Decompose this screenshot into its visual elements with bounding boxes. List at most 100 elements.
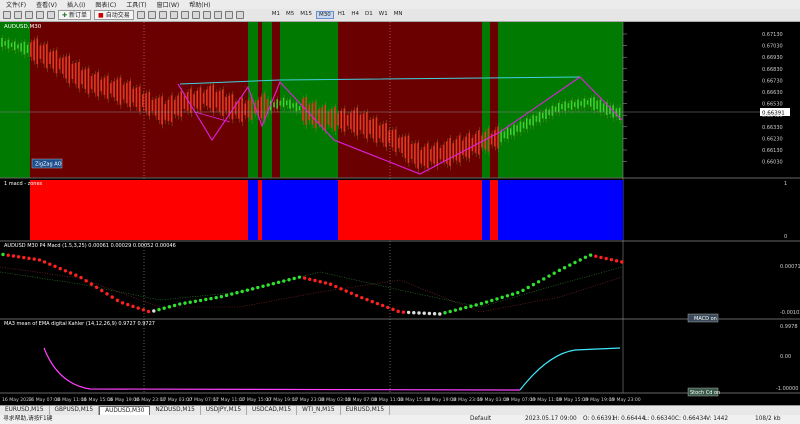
price-tick-label: 0.67030 [762,44,783,50]
menu-item-5[interactable]: 窗口(W) [157,0,180,9]
sub3-tick: -1.00000 [776,386,798,392]
macd-dot [115,298,120,303]
macd-dot [370,299,374,304]
status-profile: Default [470,416,492,422]
macd-dot [100,288,104,293]
macd-dot [573,260,577,265]
sub2-tick: 0.00071 [780,264,800,270]
new-order-button[interactable]: ✚ 新订单 [58,10,92,20]
macd-dot [183,301,187,305]
macd-dot [63,269,68,273]
chart-tab-0[interactable]: EURUSD,M15 [0,406,50,415]
chart-tab-7[interactable]: EURUSD,M15 [341,406,391,415]
timeframe-m1[interactable]: M1 [270,11,282,19]
menu-item-4[interactable]: 工具(T) [126,0,146,9]
timeframe-m30[interactable]: M30 [315,11,334,19]
new-chart-icon[interactable] [3,11,11,19]
chart-tab-4[interactable]: USDJPY,M15 [201,406,248,415]
macd-dot [84,279,88,283]
timeframe-h4[interactable]: H4 [349,11,361,19]
macd-dot [443,311,447,315]
chart-tab-5[interactable]: USDCAD,M15 [247,406,298,415]
timeframe-m15[interactable]: M15 [298,11,314,19]
macd-dot [318,280,322,284]
zoom-out-icon[interactable] [180,11,189,19]
macd-dot [599,255,603,260]
chart-canvas[interactable]: 0.66391 AUDUSD,M30 ZigZag AO 1 macd - zo… [0,22,800,405]
bar-chart-icon[interactable] [136,11,145,19]
macd-dot [552,271,556,275]
macd-dot [334,284,338,289]
trendline-icon[interactable] [224,11,233,19]
line-chart-icon[interactable] [158,11,167,19]
timeframe-h1[interactable]: H1 [336,11,348,19]
macd-dot [458,307,463,311]
macd-dot [250,287,255,291]
zoom-in-icon[interactable] [169,11,178,19]
status-open: O: 0.66391 [583,416,616,422]
macd-dot [1,252,5,257]
macd-dot [380,303,385,308]
autotrade-button[interactable]: ■ 自动交易 [94,10,134,20]
text-icon[interactable] [235,11,244,19]
macd-dot [282,279,286,283]
macd-dot [484,300,489,304]
macd-dot [178,302,182,306]
macd-dot [204,297,208,302]
macd-dot [136,306,140,310]
navigator-icon[interactable] [36,11,44,19]
macd-dot [297,275,302,279]
timeframe-mn[interactable]: MN [392,11,405,19]
macd-dot [16,255,21,259]
macd-dot [521,288,525,293]
macd-dot [328,282,333,286]
chart-window[interactable]: 0.66391 AUDUSD,M30 ZigZag AO 1 macd - zo… [0,22,800,405]
price-tick-label: 0.66830 [762,67,783,73]
macd-dot [79,275,83,280]
chart-tab-3[interactable]: NZDUSD,M15 [150,406,201,415]
candle-chart-icon[interactable] [147,11,156,19]
price-tick-label: 0.66430 [762,113,783,119]
macd-dot [360,295,364,300]
sub3-label: MA3 mean of EMA digital Kahler (14,12,26… [4,321,155,327]
macd-dot [11,254,16,258]
menu-item-0[interactable]: 文件(F) [6,0,26,9]
sub3-tick: 0.00 [780,354,791,360]
status-bar: 寻求帮助,请按F1键 Default 2023.05.17 09:00 O: 0… [0,415,800,424]
macd-dot [292,276,296,281]
macd-dot [214,295,218,300]
macd-dot [219,294,224,299]
menu-item-2[interactable]: 插入(I) [67,0,85,9]
macd-dot [94,285,99,290]
status-volume: V: 1442 [706,416,729,422]
cursor-icon[interactable] [202,11,211,19]
menu-item-6[interactable]: 帮助(H) [189,0,210,9]
zigzag-ao-label: ZigZag AO [35,162,62,168]
sub1-zone [30,180,248,240]
macd-dot [344,289,348,293]
chart-tab-6[interactable]: WTI_N,M15 [297,406,341,415]
macd-dot [531,282,536,287]
macd-dot [578,258,582,262]
menu-item-3[interactable]: 图表(C) [95,0,116,9]
timeframe-w1[interactable]: W1 [377,11,390,19]
market-watch-icon[interactable] [25,11,33,19]
macd-dot [568,263,572,267]
macd-dot [479,301,484,306]
macd-dot [172,303,177,308]
chart-tab-2[interactable]: AUDUSD,M30 [99,406,151,415]
terminal-icon[interactable] [47,11,55,19]
macd-dot [235,291,239,295]
chart-tab-1[interactable]: GBPUSD,M15 [50,406,100,415]
macd-dot [162,306,166,310]
menu-item-1[interactable]: 查看(V) [36,0,57,9]
crosshair-icon[interactable] [191,11,200,19]
macd-dot [27,256,31,261]
status-low: L: 0.66340 [644,416,675,422]
hline-icon[interactable] [213,11,222,19]
profiles-icon[interactable] [14,11,22,19]
price-tick-label: 0.66930 [762,55,783,61]
macd-dot [53,264,57,269]
timeframe-m5[interactable]: M5 [284,11,296,19]
timeframe-d1[interactable]: D1 [363,11,375,19]
